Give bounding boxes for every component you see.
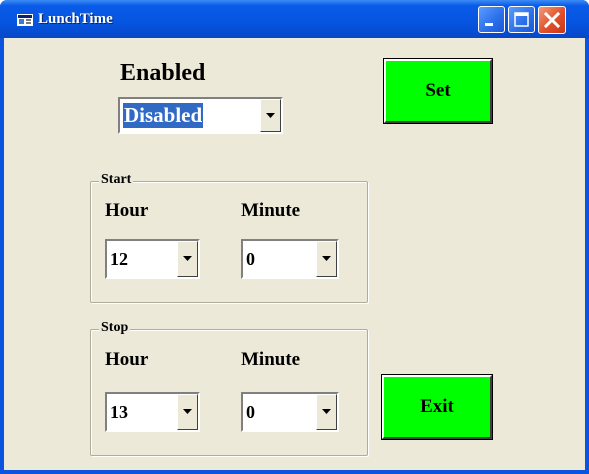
enabled-dropdown-arrow[interactable] <box>260 99 281 132</box>
dropdown-arrow-icon <box>322 256 331 261</box>
title-bar[interactable]: LunchTime <box>0 0 589 38</box>
stop-hour-value: 13 <box>110 402 128 422</box>
minimize-icon <box>485 23 493 26</box>
start-group-title: Start <box>99 172 134 188</box>
dropdown-arrow-icon <box>266 112 275 118</box>
set-button[interactable]: Set <box>383 58 493 124</box>
close-button[interactable] <box>538 6 566 34</box>
start-minute-label: Minute <box>241 200 301 221</box>
stop-hour-dropdown[interactable]: 13 <box>105 392 200 432</box>
stop-minute-dropdown[interactable]: 0 <box>241 392 339 432</box>
stop-minute-label: Minute <box>241 349 301 370</box>
start-minute-dropdown-arrow[interactable] <box>316 241 337 277</box>
maximize-button[interactable] <box>508 6 535 33</box>
start-hour-dropdown[interactable]: 12 <box>105 239 200 279</box>
start-hour-value: 12 <box>110 249 128 269</box>
dropdown-arrow-icon <box>183 256 192 261</box>
stop-hour-label: Hour <box>105 349 149 370</box>
window-title: LunchTime <box>38 11 113 27</box>
stop-minute-value: 0 <box>246 402 255 422</box>
app-icon <box>17 14 33 26</box>
stop-minute-dropdown-arrow[interactable] <box>316 394 337 430</box>
enabled-dropdown[interactable]: Disabled <box>118 97 283 134</box>
start-hour-dropdown-arrow[interactable] <box>177 241 198 277</box>
start-hour-label: Hour <box>105 200 149 221</box>
enabled-label: Enabled <box>120 60 206 86</box>
start-minute-dropdown[interactable]: 0 <box>241 239 339 279</box>
dropdown-arrow-icon <box>322 409 331 414</box>
minimize-button[interactable] <box>478 6 505 33</box>
dropdown-arrow-icon <box>183 409 192 414</box>
stop-group-title: Stop <box>99 320 131 336</box>
exit-button[interactable]: Exit <box>381 374 493 440</box>
close-icon <box>543 11 561 29</box>
stop-hour-dropdown-arrow[interactable] <box>177 394 198 430</box>
enabled-dropdown-value: Disabled <box>123 103 204 128</box>
maximize-icon <box>514 12 529 27</box>
client-area: Enabled Disabled Set Start Hour Minute 1… <box>4 38 585 470</box>
start-minute-value: 0 <box>246 249 255 269</box>
app-window: LunchTime Enabled Disabled Set Start Hou… <box>0 0 589 474</box>
